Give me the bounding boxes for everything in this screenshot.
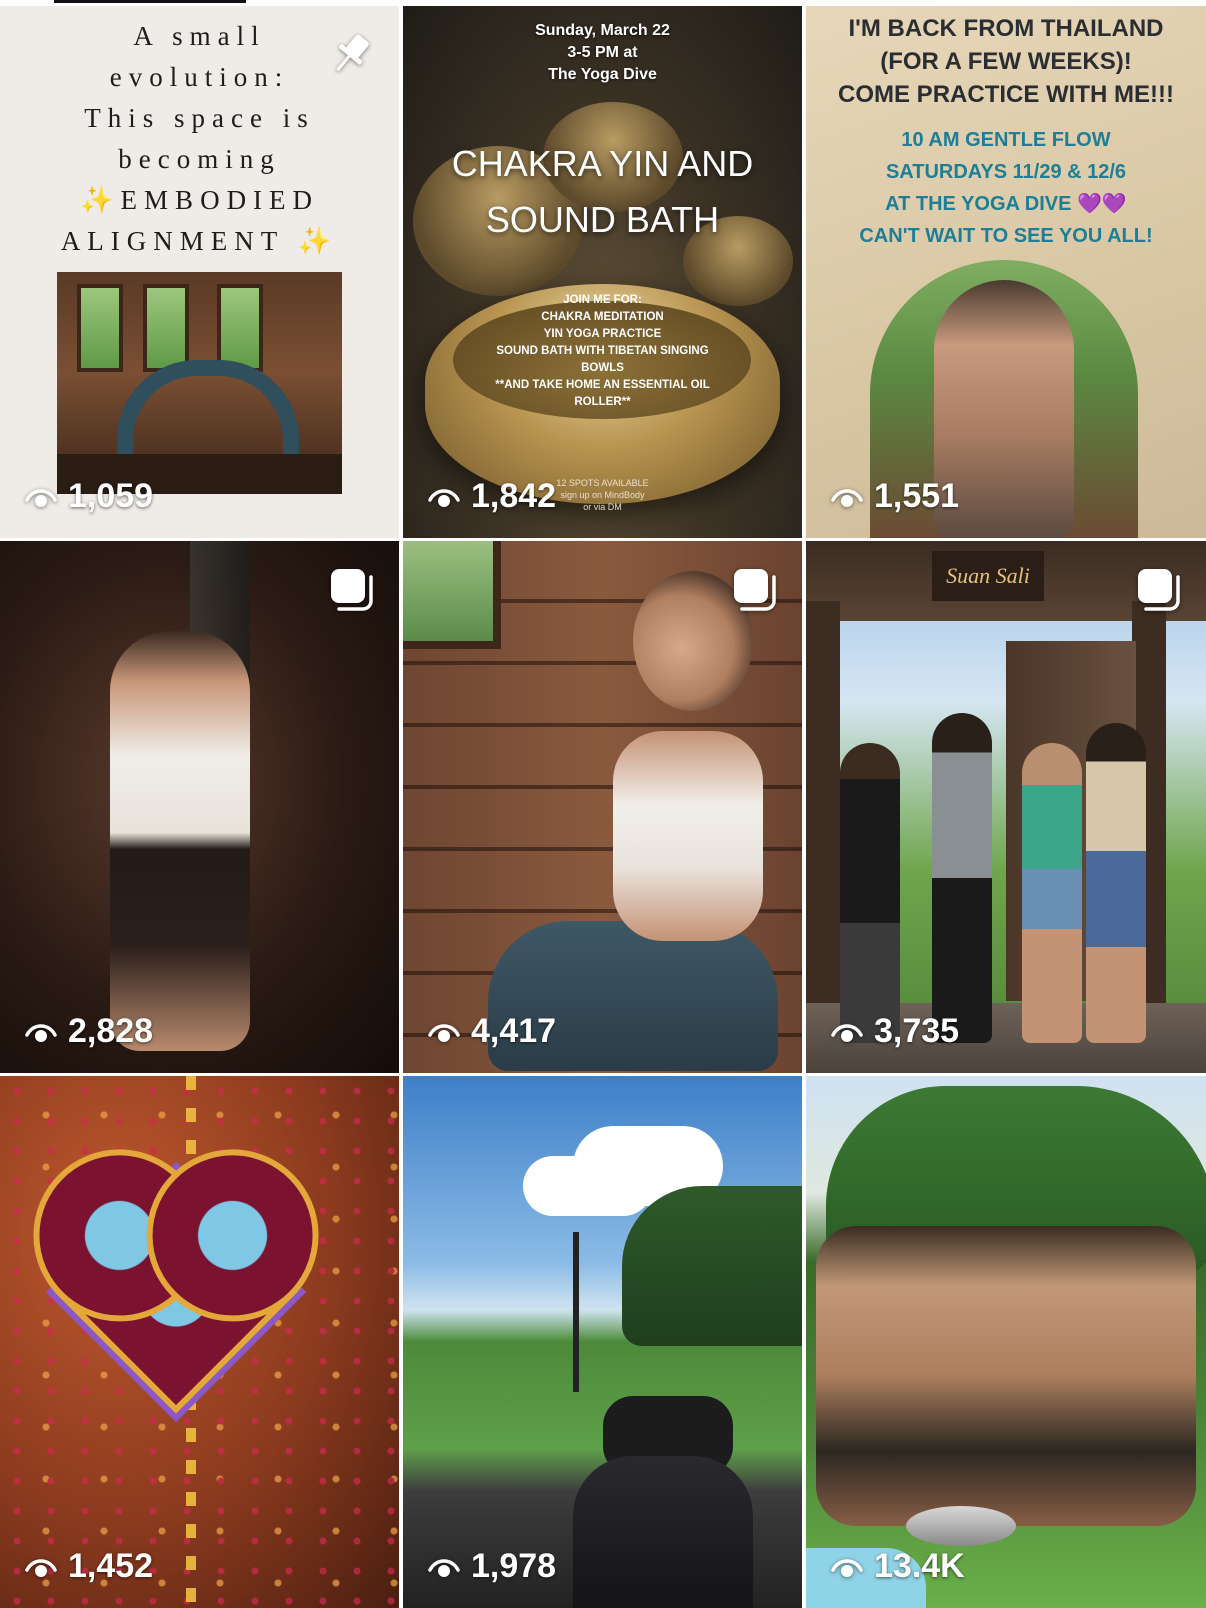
caption-line: becoming: [118, 144, 281, 174]
grid-post-6[interactable]: Suan Sali 3,735: [806, 541, 1206, 1073]
window: [217, 284, 263, 372]
event-headline-line: CHAKRA YIN AND: [451, 143, 754, 184]
grid-post-2[interactable]: Sunday, March 22 3-5 PM at The Yoga Dive…: [403, 6, 802, 538]
post-grid: A small evolution: This space is becomin…: [0, 6, 1206, 1608]
grid-post-7[interactable]: 1,452: [0, 1076, 399, 1608]
event-date-line: The Yoga Dive: [548, 66, 657, 83]
metal-bowl: [906, 1506, 1016, 1546]
event-headline: CHAKRA YIN AND SOUND BATH: [403, 136, 802, 248]
event-list-item: CHAKRA MEDITATION: [541, 311, 664, 323]
carousel-icon: [325, 563, 377, 615]
grid-post-1[interactable]: A small evolution: This space is becomin…: [0, 6, 399, 538]
post-details: 10 AM GENTLE FLOW SATURDAYS 11/29 & 12/6…: [806, 124, 1206, 252]
event-list-item: ROLLER**: [574, 396, 631, 408]
person: [932, 713, 992, 1043]
eye-icon: [830, 1015, 864, 1049]
grid-post-5[interactable]: 4,417: [403, 541, 802, 1073]
post-details-line: 10 AM GENTLE FLOW: [901, 129, 1111, 151]
window: [77, 284, 123, 372]
caption-highlight: ALIGNMENT ✨: [60, 226, 339, 256]
event-date: Sunday, March 22 3-5 PM at The Yoga Dive: [403, 20, 802, 86]
view-count: 1,452: [24, 1547, 153, 1586]
person: [1086, 723, 1146, 1043]
view-count-value: 4,417: [471, 1012, 557, 1050]
event-list-item: YIN YOGA PRACTICE: [543, 328, 662, 340]
post-heading-line: I'M BACK FROM THAILAND: [848, 15, 1164, 42]
group-photo: [816, 1226, 1196, 1526]
carousel-icon: [1132, 563, 1184, 615]
pin-icon: [325, 28, 377, 80]
window: [143, 284, 189, 372]
lamp-post: [573, 1232, 579, 1392]
grid-post-4[interactable]: 2,828: [0, 541, 399, 1073]
view-count-value: 1,452: [68, 1547, 154, 1585]
view-count-value: 3,735: [874, 1012, 960, 1050]
view-count-value: 2,828: [68, 1012, 154, 1050]
person: [1022, 743, 1082, 1043]
caption-highlight: ✨EMBODIED: [79, 185, 320, 215]
dancing-woman: [110, 631, 250, 1051]
post-heading-line: (FOR A FEW WEEKS)!: [880, 48, 1132, 75]
view-count: 4,417: [427, 1012, 556, 1051]
grid-post-9[interactable]: 13.4K: [806, 1076, 1206, 1608]
post-details-line: CAN'T WAIT TO SEE YOU ALL!: [859, 225, 1153, 247]
carousel-icon: [728, 563, 780, 615]
trees: [622, 1186, 802, 1346]
view-count-value: 13.4K: [874, 1547, 965, 1585]
view-count: 1,978: [427, 1547, 556, 1586]
event-date-line: Sunday, March 22: [535, 22, 670, 39]
eye-icon: [830, 480, 864, 514]
view-count: 1,842: [427, 477, 556, 516]
person: [840, 743, 900, 1043]
view-count: 3,735: [830, 1012, 959, 1051]
eye-icon: [427, 1550, 461, 1584]
view-count: 2,828: [24, 1012, 153, 1051]
eye-icon: [24, 1015, 58, 1049]
post-details-line: AT THE YOGA DIVE 💜💜: [885, 193, 1127, 215]
window: [403, 541, 501, 649]
event-list: JOIN ME FOR: CHAKRA MEDITATION YIN YOGA …: [483, 292, 722, 411]
view-count-value: 1,842: [471, 477, 557, 515]
eye-icon: [830, 1550, 864, 1584]
event-list-item: SOUND BATH WITH TIBETAN SINGING: [496, 345, 709, 357]
event-date-line: 3-5 PM at: [567, 44, 638, 61]
post-heading-line: COME PRACTICE WITH ME!!!: [838, 81, 1174, 108]
event-headline-line: SOUND BATH: [485, 199, 720, 240]
post-heading: I'M BACK FROM THAILAND (FOR A FEW WEEKS)…: [806, 12, 1206, 111]
event-list-item: JOIN ME FOR:: [563, 294, 642, 306]
event-list-item: BOWLS: [581, 362, 624, 374]
view-count-value: 1,059: [68, 477, 154, 515]
post-details-line: SATURDAYS 11/29 & 12/6: [885, 161, 1127, 183]
eye-icon: [24, 1550, 58, 1584]
yoga-backbend-photo: [57, 272, 342, 494]
view-count: 1,059: [24, 477, 153, 516]
view-count-value: 1,978: [471, 1547, 557, 1585]
eye-icon: [427, 1015, 461, 1049]
eye-icon: [427, 480, 461, 514]
eye-icon: [24, 480, 58, 514]
active-tab-indicator: [54, 0, 246, 3]
view-count-value: 1,551: [874, 477, 960, 515]
grid-post-8[interactable]: 1,978: [403, 1076, 802, 1608]
legs: [573, 1456, 753, 1608]
grid-post-3[interactable]: I'M BACK FROM THAILAND (FOR A FEW WEEKS)…: [806, 6, 1206, 538]
view-count: 13.4K: [830, 1547, 965, 1586]
caption-line: This space is: [84, 103, 315, 133]
view-count: 1,551: [830, 477, 959, 516]
torso: [613, 731, 763, 941]
event-list-item: **AND TAKE HOME AN ESSENTIAL OIL: [495, 379, 710, 391]
gate-sign: Suan Sali: [932, 551, 1044, 601]
